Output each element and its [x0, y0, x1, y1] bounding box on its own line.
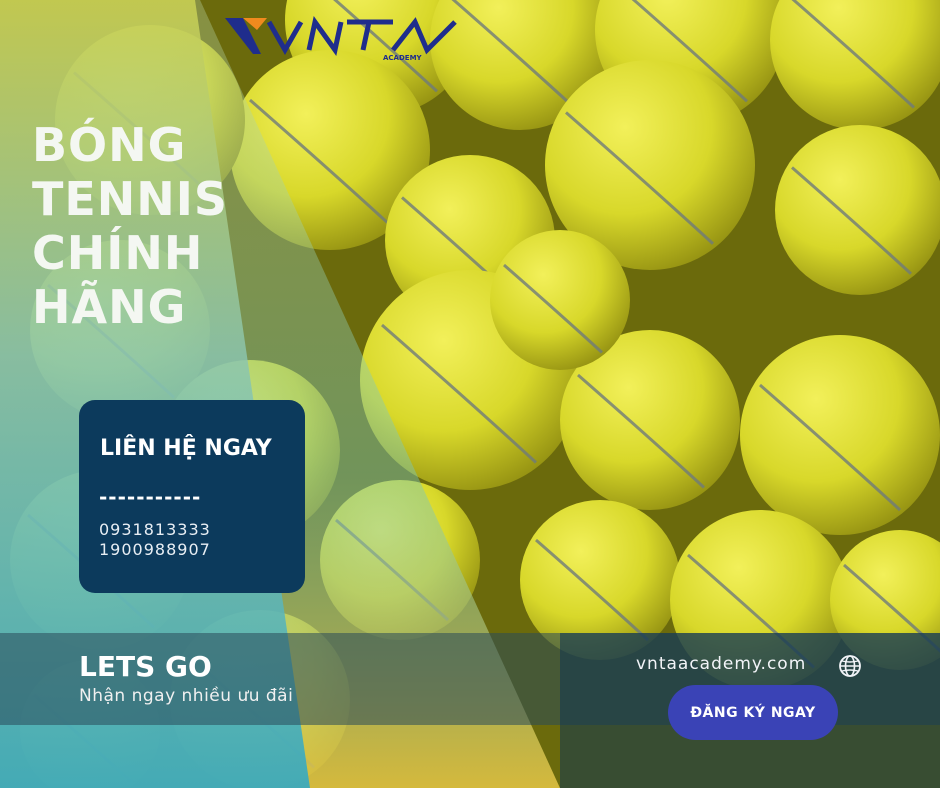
promo-subtitle: Nhận ngay nhiều ưu đãi [79, 686, 294, 706]
website-link[interactable]: vntaacademy.com [636, 654, 806, 674]
banner: ACADEMY BÓNG TENNIS CHÍNH HÃNG LIÊN HỆ N… [0, 0, 940, 788]
promo-title: LETS GO [79, 650, 212, 683]
contact-card: LIÊN HỆ NGAY ----------- 0931813333 1900… [79, 400, 305, 593]
phone-1[interactable]: 0931813333 [99, 520, 211, 539]
phone-2[interactable]: 1900988907 [99, 540, 211, 559]
vnta-logo: ACADEMY [225, 15, 457, 62]
globe-icon [839, 655, 861, 677]
headline-line-2: TENNIS [32, 172, 229, 226]
register-button[interactable]: ĐĂNG KÝ NGAY [668, 685, 838, 740]
contact-divider: ----------- [99, 485, 202, 509]
logo-sub: ACADEMY [383, 54, 423, 62]
headline-line-4: HÃNG [32, 280, 187, 334]
contact-label: LIÊN HỆ NGAY [100, 436, 272, 461]
headline-line-1: BÓNG [32, 118, 187, 172]
headline-line-3: CHÍNH [32, 226, 204, 280]
